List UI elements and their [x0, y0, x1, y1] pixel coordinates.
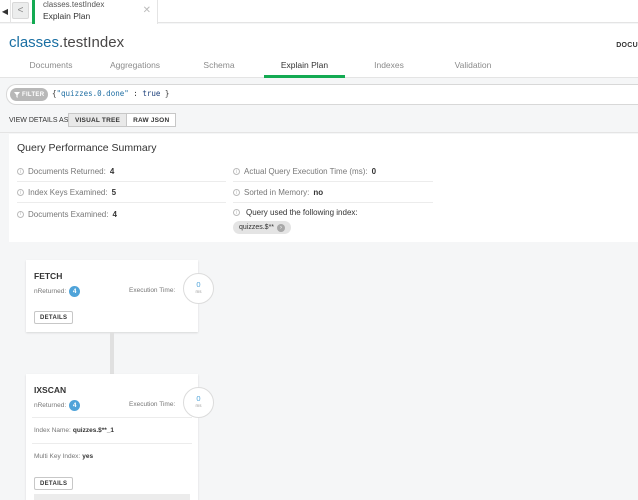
arrow-right-icon[interactable]: › [277, 223, 286, 232]
tab-indexes[interactable]: Indexes [350, 58, 428, 78]
summary-docs-returned: i Documents Returned: 4 [17, 162, 226, 182]
tab-validation[interactable]: Validation [434, 58, 512, 78]
stage-nreturned: nReturned: 4 [34, 286, 81, 297]
exec-time-value: 0 [196, 280, 201, 289]
stage-nreturned: nReturned: 4 [34, 400, 81, 411]
index-used-label: i Query used the following index: [233, 208, 358, 217]
summary-index-keys: i Index Keys Examined: 5 [17, 183, 226, 203]
exec-time-circle: 0 ms [183, 273, 214, 304]
multikey-label: Multi Key Index: [34, 453, 81, 460]
scroll-left-icon[interactable]: ◀ [0, 0, 11, 22]
workspace-tab[interactable]: classes.testIndex Explain Plan ✕ [32, 0, 158, 24]
index-name-row: Index Name: quizzes.$**_1 [34, 427, 114, 434]
exec-time-label: Execution Time: [129, 287, 176, 294]
view-details-label: VIEW DETAILS AS [9, 117, 69, 124]
nreturned-badge: 4 [69, 286, 81, 297]
stage-name: IXSCAN [34, 385, 67, 395]
stage-name: FETCH [34, 271, 63, 281]
collection-tabs: Documents Aggregations Schema Explain Pl… [0, 58, 638, 78]
namespace-db[interactable]: classes [9, 34, 59, 51]
docs-returned-label: Documents Returned: [28, 167, 106, 176]
index-used-text: Query used the following index: [246, 208, 358, 217]
index-keys-value: 5 [111, 188, 117, 197]
exec-time-value: 0 [196, 394, 201, 403]
filter-pill: FILTER [10, 88, 49, 101]
divider [32, 443, 192, 444]
exec-time-unit: ms [195, 289, 202, 294]
back-button[interactable]: < [12, 2, 29, 19]
stage-card-fetch: FETCH nReturned: 4 Execution Time: 0 ms … [26, 260, 214, 332]
view-toggle-group: VISUAL TREE RAW JSON [68, 113, 177, 127]
workspace-tab-title: classes.testIndex [43, 0, 105, 9]
filter-brace-close: } [160, 89, 170, 98]
docs-examined-value: 4 [112, 209, 117, 219]
tab-strip: ◀ < classes.testIndex Explain Plan ✕ [0, 0, 638, 24]
tab-aggregations[interactable]: Aggregations [96, 58, 174, 78]
info-icon[interactable]: i [233, 189, 240, 196]
tab-documents[interactable]: Documents [12, 58, 90, 78]
info-icon[interactable]: i [233, 209, 240, 216]
filter-pill-label: FILTER [22, 91, 45, 98]
nreturned-badge: 4 [69, 400, 81, 411]
filter-input[interactable]: {"quizzes.0.done" : true } [52, 89, 169, 98]
sorted-value: no [313, 188, 324, 197]
info-icon[interactable]: i [17, 189, 24, 196]
tab-schema[interactable]: Schema [180, 58, 258, 78]
tab-explain-plan[interactable]: Explain Plan [264, 58, 345, 78]
raw-json-button[interactable]: RAW JSON [127, 113, 177, 127]
exec-time-label: Execution Time: [129, 401, 176, 408]
view-details-bar: VIEW DETAILS AS VISUAL TREE RAW JSON [0, 108, 638, 133]
summary-docs-examined: i Documents Examined: 4 [17, 204, 226, 224]
exec-time-label: Actual Query Execution Time (ms): [244, 167, 368, 176]
details-button[interactable]: DETAILS [34, 477, 74, 490]
divider [32, 417, 192, 418]
query-performance-summary: Query Performance Summary i Documents Re… [9, 134, 638, 242]
nreturned-label: nReturned: [34, 402, 67, 409]
info-icon[interactable]: i [17, 168, 24, 175]
workspace-tab-subtitle: Explain Plan [43, 11, 91, 21]
stage-card-ixscan: IXSCAN nReturned: 4 Execution Time: 0 ms… [26, 374, 214, 500]
index-pill[interactable]: quizzes.$** › [233, 221, 292, 234]
docs-returned-value: 4 [109, 167, 115, 176]
filter-value: true [142, 89, 161, 98]
details-button[interactable]: DETAILS [34, 311, 74, 324]
summary-sorted: i Sorted in Memory: no [233, 183, 433, 203]
nreturned-label: nReturned: [34, 288, 67, 295]
filter-bar[interactable]: FILTER {"quizzes.0.done" : true } [6, 84, 638, 105]
summary-title: Query Performance Summary [17, 142, 157, 154]
multikey-row: Multi Key Index: yes [34, 453, 93, 460]
stage-connector [110, 332, 114, 374]
index-name-label: Index Name: [34, 427, 71, 434]
visual-tree-button[interactable]: VISUAL TREE [68, 113, 128, 127]
docs-examined-label: Documents Examined: [28, 209, 109, 219]
exec-time-value: 0 [371, 167, 377, 176]
close-icon[interactable]: ✕ [143, 5, 151, 16]
filter-icon [14, 91, 20, 98]
info-icon[interactable]: i [17, 210, 24, 218]
sorted-label: Sorted in Memory: [244, 188, 310, 197]
exec-time-unit: ms [195, 403, 202, 408]
exec-time-circle: 0 ms [183, 387, 214, 418]
documents-count-label: DOCU [616, 42, 638, 49]
collection-header: classes.testIndex DOCU Documents Aggrega… [0, 24, 638, 78]
info-icon[interactable]: i [233, 168, 240, 175]
multikey-value: yes [82, 453, 94, 460]
stage-details-footer [34, 494, 190, 500]
index-pill-name: quizzes.$** [239, 224, 275, 231]
index-name-value: quizzes.$**_1 [72, 427, 115, 434]
namespace-title: classes.testIndex [9, 34, 124, 51]
index-keys-label: Index Keys Examined: [28, 188, 108, 197]
summary-exec-time: i Actual Query Execution Time (ms): 0 [233, 162, 433, 182]
namespace-collection: .testIndex [59, 34, 125, 51]
filter-key: "quizzes.0.done" [56, 89, 129, 98]
filter-separator: : [128, 89, 143, 98]
